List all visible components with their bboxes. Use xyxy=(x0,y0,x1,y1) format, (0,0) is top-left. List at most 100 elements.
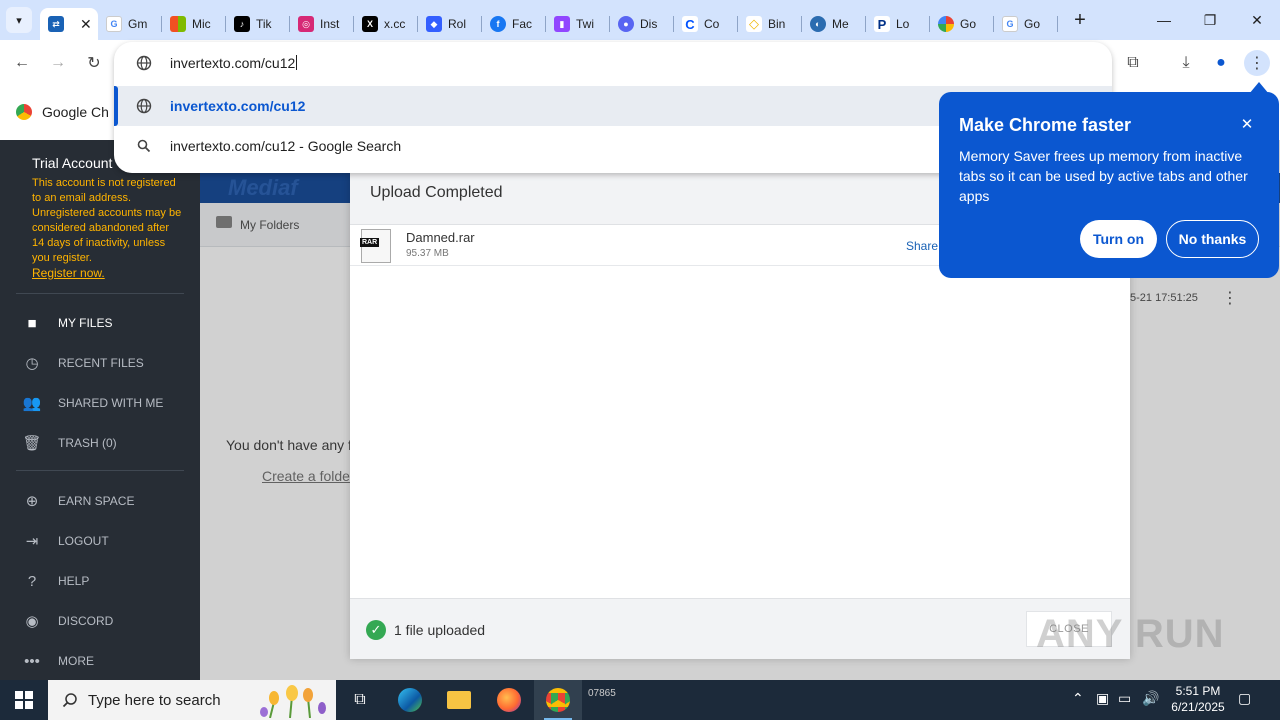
sidebar-item-trash[interactable]: 🗑 TRASH (0) xyxy=(22,432,116,454)
mail-favicon-icon: ◐ xyxy=(810,16,826,32)
sidebar-item-logout[interactable]: ⇥ LOGOUT xyxy=(22,530,109,552)
chrome-logo-icon xyxy=(16,104,32,120)
network-icon[interactable]: ▭ xyxy=(1118,690,1131,707)
chrome-menu-button[interactable]: ⋮ xyxy=(1244,50,1270,76)
discord-icon: ◉ xyxy=(25,613,39,630)
tab-title: Twi xyxy=(576,17,594,31)
file-name: Damned.rar xyxy=(406,230,475,245)
promo-title: Make Chrome faster xyxy=(959,115,1132,135)
restore-button[interactable]: ❐ xyxy=(1187,0,1233,40)
volume-icon[interactable]: 🔊 xyxy=(1142,690,1159,707)
windows-taskbar: Type here to search ⧉ 07865 ⌃ ▣ ▭ 🔊 5:51… xyxy=(0,680,1280,720)
check-circle-icon: ✓ xyxy=(366,620,386,640)
tab-title: Inst xyxy=(320,17,340,31)
edge-taskbar-button[interactable] xyxy=(386,680,434,720)
chrome-icon xyxy=(546,688,570,712)
tab-microsoft[interactable]: Mic xyxy=(162,8,226,40)
sidebar-item-shared[interactable]: 👥 SHARED WITH ME xyxy=(22,392,164,414)
downloads-button[interactable]: ⤓ xyxy=(1173,50,1199,76)
puzzle-icon: ⧉ xyxy=(1127,54,1139,71)
device-icon[interactable]: ▣ xyxy=(1096,690,1109,707)
tab-discord[interactable]: ● Dis xyxy=(610,8,674,40)
sidebar-divider xyxy=(16,470,184,471)
tab-google[interactable]: G Go xyxy=(994,8,1058,40)
tab-paypal[interactable]: P Lo xyxy=(866,8,930,40)
tray-chevron-icon[interactable]: ⌃ xyxy=(1072,690,1084,707)
people-icon: 👥 xyxy=(22,395,42,412)
clock-icon: ◷ xyxy=(25,355,39,372)
sidebar-item-label: RECENT FILES xyxy=(58,356,144,370)
tab-binance[interactable]: ◇ Bin xyxy=(738,8,802,40)
no-thanks-button[interactable]: No thanks xyxy=(1166,220,1259,258)
start-button[interactable] xyxy=(0,680,48,720)
task-view-button[interactable]: ⧉ xyxy=(336,680,384,720)
address-bar-text: invertexto.com/cu12 xyxy=(170,55,296,71)
sidebar-item-earn-space[interactable]: ⊕ EARN SPACE xyxy=(22,490,135,512)
minimize-icon: — xyxy=(1157,12,1171,28)
forward-button[interactable]: → xyxy=(45,50,71,76)
tab-separator xyxy=(1057,16,1058,32)
firefox-taskbar-button[interactable] xyxy=(485,680,533,720)
new-tab-button[interactable]: + xyxy=(1066,6,1094,34)
dialog-footer: ✓ 1 file uploaded CLOSE xyxy=(350,598,1130,659)
help-icon: ? xyxy=(27,572,37,590)
person-icon: ● xyxy=(1216,54,1226,71)
notifications-icon[interactable]: ▢ xyxy=(1238,690,1251,707)
tab-title: Gm xyxy=(128,17,148,31)
bookmark-item[interactable]: Google Ch xyxy=(16,104,109,120)
trash-icon: 🗑 xyxy=(22,435,42,452)
tab-gmail[interactable]: G Gm xyxy=(98,8,162,40)
tab-search-button[interactable]: ▾ xyxy=(6,7,32,33)
kebab-menu-icon: ⋮ xyxy=(1249,55,1265,72)
tab-roblox[interactable]: ◆ Rol xyxy=(418,8,482,40)
share-link[interactable]: Share xyxy=(906,239,938,253)
instagram-favicon-icon: ◎ xyxy=(298,16,314,32)
sidebar-divider xyxy=(16,293,184,294)
back-button[interactable]: ← xyxy=(9,50,35,76)
sidebar-item-discord[interactable]: ◉ DISCORD xyxy=(22,610,113,632)
tab-twitch[interactable]: ▮ Twi xyxy=(546,8,610,40)
sidebar-item-help[interactable]: ? HELP xyxy=(22,570,90,592)
chrome-taskbar-button[interactable] xyxy=(534,680,582,720)
file-explorer-taskbar-button[interactable] xyxy=(435,680,483,720)
sidebar-item-label: MORE xyxy=(58,654,94,668)
sidebar-item-recent-files[interactable]: ◷ RECENT FILES xyxy=(22,352,144,374)
restore-icon: ❐ xyxy=(1203,11,1217,28)
mediafire-favicon-icon: ⇄ xyxy=(48,16,64,32)
firefox-icon xyxy=(497,688,521,712)
bookmark-label: Google Ch xyxy=(42,104,109,120)
folder-icon xyxy=(447,691,471,709)
sidebar: Trial Account This account is not regist… xyxy=(0,140,200,680)
tab-metamask[interactable]: ◐ Me xyxy=(802,8,866,40)
promo-body: Memory Saver frees up memory from inacti… xyxy=(959,148,1248,204)
reload-button[interactable]: ↻ xyxy=(81,50,107,76)
sidebar-item-label: LOGOUT xyxy=(58,534,109,548)
tab-tiktok[interactable]: ♪ Tik xyxy=(226,8,290,40)
tab-facebook[interactable]: f Fac xyxy=(482,8,546,40)
tab-active[interactable]: ⇄ ✕ xyxy=(40,8,98,40)
sidebar-item-my-files[interactable]: ■ MY FILES xyxy=(22,312,112,334)
profile-button[interactable]: ● xyxy=(1208,50,1234,76)
google-favicon-icon: G xyxy=(1002,16,1018,32)
close-window-button[interactable]: ✕ xyxy=(1234,0,1280,40)
clock[interactable]: 5:51 PM 6/21/2025 xyxy=(1160,683,1236,715)
register-link[interactable]: Register now. xyxy=(32,266,105,280)
tab-instagram[interactable]: ◎ Inst xyxy=(290,8,354,40)
tulips-decoration-icon xyxy=(260,685,326,718)
close-icon: ✕ xyxy=(1251,11,1263,28)
close-tab-icon[interactable]: ✕ xyxy=(80,16,92,33)
download-icon: ⤓ xyxy=(1182,54,1190,71)
minimize-button[interactable]: — xyxy=(1141,0,1187,40)
extensions-button[interactable]: ⧉ xyxy=(1120,50,1146,76)
close-promo-icon[interactable]: ✕ xyxy=(1235,112,1259,136)
sidebar-item-more[interactable]: ••• MORE xyxy=(22,650,94,672)
tab-x[interactable]: Xx.cc xyxy=(354,8,418,40)
tab-title: Me xyxy=(832,17,849,31)
turn-on-button[interactable]: Turn on xyxy=(1080,220,1157,258)
tab-coinbase[interactable]: C Co xyxy=(674,8,738,40)
taskbar-search-box[interactable]: Type here to search xyxy=(48,680,336,720)
twitch-favicon-icon: ▮ xyxy=(554,16,570,32)
windows-logo-icon xyxy=(15,691,33,709)
tab-google-photos[interactable]: Go xyxy=(930,8,994,40)
address-bar[interactable]: invertexto.com/cu12 xyxy=(114,42,1112,84)
